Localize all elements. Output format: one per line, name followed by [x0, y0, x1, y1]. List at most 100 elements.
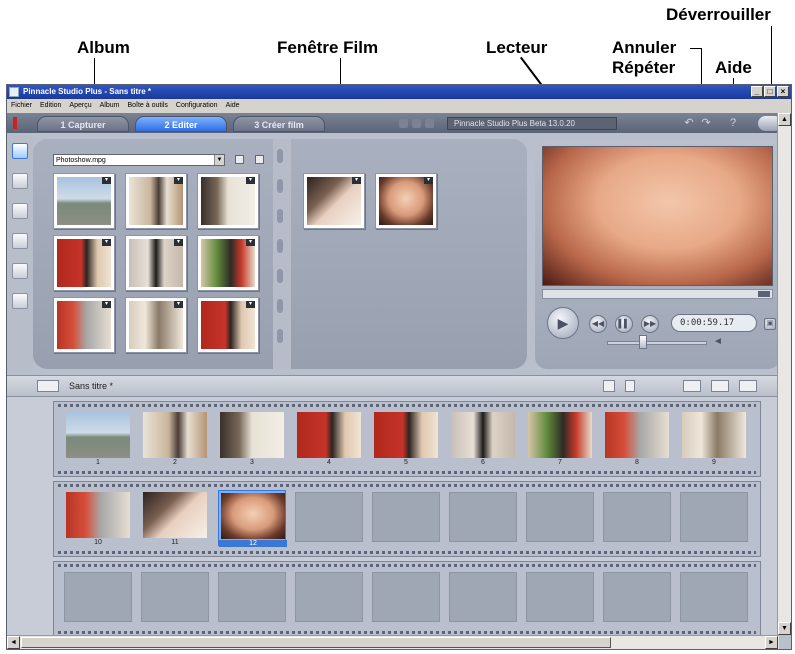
scrubber[interactable]	[542, 289, 773, 299]
storyboard-clip[interactable]: 9	[680, 410, 748, 466]
fast-forward-icon[interactable]: ▶▶	[641, 315, 659, 333]
scroll-up-icon[interactable]: ▲	[778, 113, 791, 126]
step-icon[interactable]: ▌▌	[615, 315, 633, 333]
volume-knob[interactable]	[639, 335, 647, 349]
titles-icon[interactable]	[12, 203, 28, 219]
disc-menus-icon[interactable]	[12, 263, 28, 279]
scrollbar-thumb[interactable]	[21, 637, 611, 648]
play-icon[interactable]: ▶	[547, 307, 579, 339]
tab-capture[interactable]: 1 Capturer	[37, 116, 129, 132]
menu-view[interactable]: Aperçu	[69, 99, 91, 113]
album-scene-thumb[interactable]: ▾	[303, 173, 365, 229]
album-scene-thumb[interactable]: ▾	[375, 173, 437, 229]
empty-clip-slot[interactable]	[64, 572, 132, 622]
storyboard-clip[interactable]: 5	[372, 410, 440, 466]
horizontal-scrollbar[interactable]: ◄ ►	[7, 635, 779, 649]
album-scene-thumb[interactable]: ▾	[53, 297, 115, 353]
storyboard-view-icon[interactable]	[683, 380, 701, 392]
album-scene-thumb[interactable]: ▾	[125, 235, 187, 291]
scroll-left-icon[interactable]: ◄	[7, 636, 20, 649]
minimize-button[interactable]: _	[751, 86, 763, 97]
menu-help[interactable]: Aide	[226, 99, 240, 113]
nav-dot[interactable]	[399, 119, 408, 128]
empty-clip-slot[interactable]	[680, 572, 748, 622]
album-scene-thumb[interactable]: ▾	[197, 297, 259, 353]
callout-redo: Répéter	[612, 58, 676, 77]
rewind-icon[interactable]: ◀◀	[589, 315, 607, 333]
storyboard-clip[interactable]: 1	[64, 410, 132, 466]
empty-clip-slot[interactable]	[526, 572, 594, 622]
storyboard-clip[interactable]: 2	[141, 410, 209, 466]
album-scene-thumb[interactable]: ▾	[53, 235, 115, 291]
mode-tabs-bar: 1 Capturer 2 Editer 3 Créer film Pinnacl…	[7, 113, 791, 133]
volume-slider[interactable]	[607, 341, 707, 345]
storyboard-clip-selected[interactable]: 12	[218, 490, 287, 547]
vertical-scrollbar[interactable]: ▲ ▼	[777, 113, 791, 635]
empty-clip-slot[interactable]	[449, 492, 517, 542]
nav-dot[interactable]	[425, 119, 434, 128]
menu-toolbox[interactable]: Boîte à outils	[127, 99, 167, 113]
album-ring	[277, 179, 283, 193]
storyboard-clip[interactable]: 11	[141, 490, 209, 546]
scroll-right-icon[interactable]: ►	[765, 636, 778, 649]
album-folder-icon[interactable]	[235, 155, 244, 164]
player-screen[interactable]	[542, 146, 773, 286]
album-source-select[interactable]: Photoshow.mpg ▼	[53, 154, 225, 166]
album-list-icon[interactable]	[255, 155, 264, 164]
empty-clip-slot[interactable]	[603, 572, 671, 622]
storyboard-clip[interactable]: 6	[449, 410, 517, 466]
trash-icon[interactable]	[625, 380, 635, 392]
timecode-display[interactable]: 0:00:59.17	[671, 314, 757, 332]
sound-effects-icon[interactable]	[12, 293, 28, 309]
album-spine	[273, 139, 291, 369]
menu-album[interactable]: Album	[100, 99, 120, 113]
scroll-down-icon[interactable]: ▼	[778, 622, 791, 635]
scene-marker-icon: ▾	[246, 301, 255, 308]
empty-clip-slot[interactable]	[680, 492, 748, 542]
title-bar: Pinnacle Studio Plus - Sans titre * _ □ …	[7, 85, 791, 99]
photos-icon[interactable]	[12, 233, 28, 249]
tab-make-movie[interactable]: 3 Créer film	[233, 116, 325, 132]
menu-file[interactable]: Fichier	[11, 99, 32, 113]
tab-edit[interactable]: 2 Editer	[135, 116, 227, 132]
empty-clip-slot[interactable]	[372, 492, 440, 542]
maximize-button[interactable]: □	[764, 86, 776, 97]
undo-icon[interactable]: ↶	[683, 117, 695, 129]
empty-clip-slot[interactable]	[603, 492, 671, 542]
menu-settings[interactable]: Configuration	[176, 99, 218, 113]
scene-marker-icon: ▾	[424, 177, 433, 184]
album-scene-thumb[interactable]: ▾	[125, 173, 187, 229]
storyboard-clip[interactable]: 8	[603, 410, 671, 466]
scene-marker-icon: ▾	[174, 239, 183, 246]
help-icon[interactable]: ?	[727, 117, 739, 129]
transitions-icon[interactable]	[12, 173, 28, 189]
camera-icon[interactable]	[603, 380, 615, 392]
empty-clip-slot[interactable]	[295, 492, 363, 542]
close-button[interactable]: ×	[777, 86, 789, 97]
empty-clip-slot[interactable]	[449, 572, 517, 622]
scrubber-knob[interactable]	[758, 291, 770, 297]
album-scene-thumb[interactable]: ▾	[197, 173, 259, 229]
empty-clip-slot[interactable]	[526, 492, 594, 542]
chevron-down-icon[interactable]: ▼	[214, 155, 224, 165]
empty-clip-slot[interactable]	[141, 572, 209, 622]
empty-clip-slot[interactable]	[218, 572, 286, 622]
storyboard-clip[interactable]: 3	[218, 410, 286, 466]
fullscreen-icon[interactable]: ▣	[764, 318, 776, 330]
redo-icon[interactable]: ↷	[700, 117, 712, 129]
timeline-view-icon[interactable]	[711, 380, 729, 392]
text-view-icon[interactable]	[739, 380, 757, 392]
empty-clip-slot[interactable]	[295, 572, 363, 622]
album-scene-thumb[interactable]: ▾	[53, 173, 115, 229]
nav-dot[interactable]	[412, 119, 421, 128]
video-scenes-icon[interactable]	[12, 143, 28, 159]
menu-edit[interactable]: Edition	[40, 99, 61, 113]
storyboard-clip[interactable]: 4	[295, 410, 363, 466]
empty-clip-slot[interactable]	[372, 572, 440, 622]
album-scene-thumb[interactable]: ▾	[197, 235, 259, 291]
scene-marker-icon: ▾	[102, 177, 111, 184]
movie-window-icon	[37, 380, 59, 392]
storyboard-clip[interactable]: 7	[526, 410, 594, 466]
storyboard-clip[interactable]: 10	[64, 490, 132, 546]
album-scene-thumb[interactable]: ▾	[125, 297, 187, 353]
